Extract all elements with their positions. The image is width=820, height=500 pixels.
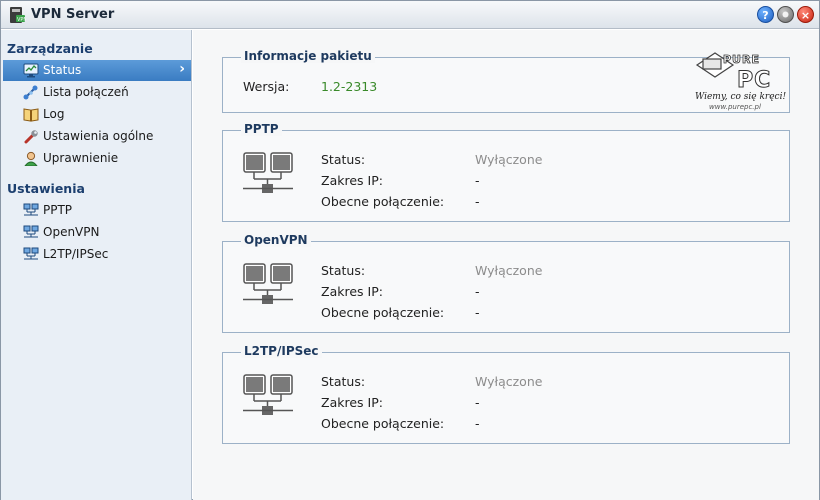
minimize-button[interactable] <box>777 6 794 23</box>
svg-text:PURE: PURE <box>723 53 760 66</box>
network-icon <box>243 263 293 304</box>
close-icon: × <box>800 9 811 22</box>
current-connection-label: Obecne połączenie: <box>321 194 445 209</box>
ip-range-label: Zakres IP: <box>321 395 383 410</box>
network-icon <box>243 152 293 193</box>
pptp-title: PPTP <box>241 122 282 136</box>
current-connection-label: Obecne połączenie: <box>321 416 445 431</box>
vpn-app-icon: VPN <box>10 7 26 23</box>
sidebar-item-l2tp-ipsec[interactable]: L2TP/IPSec <box>3 244 191 265</box>
network-icon <box>243 374 293 415</box>
ip-range-label: Zakres IP: <box>321 173 383 188</box>
openvpn-panel: OpenVPN Status: Wyłączone Zakres IP: - O… <box>222 233 790 333</box>
sidebar-item-permissions[interactable]: Uprawnienie <box>3 148 191 169</box>
main-content: Informacje pakietu Wersja: 1.2-2313 PPTP… <box>193 30 819 500</box>
current-connection-value: - <box>475 194 480 209</box>
sidebar-item-label: Uprawnienie <box>43 151 119 165</box>
chevron-right-icon: › <box>179 61 185 77</box>
user-icon <box>24 151 38 166</box>
ip-range-label: Zakres IP: <box>321 284 383 299</box>
window-title: VPN Server <box>31 7 115 22</box>
svg-text:Wiemy, co się kręci!: Wiemy, co się kręci! <box>695 92 786 102</box>
svg-text:PC: PC <box>737 68 771 93</box>
svg-text:VPN: VPN <box>17 17 26 23</box>
status-value: Wyłączone <box>475 152 543 167</box>
status-value: Wyłączone <box>475 374 543 389</box>
book-icon <box>23 108 39 122</box>
current-connection-value: - <box>475 416 480 431</box>
l2tp-ipsec-panel: L2TP/IPSec Status: Wyłączone Zakres IP: … <box>222 344 790 444</box>
purepc-watermark-logo: PURE PC Wiemy, co się kręci! www.purepc.… <box>695 52 786 111</box>
status-label: Status: <box>321 152 366 167</box>
connections-icon <box>23 85 38 100</box>
current-connection-label: Obecne połączenie: <box>321 305 445 320</box>
status-value: Wyłączone <box>475 263 543 278</box>
sidebar-item-label: Log <box>43 107 65 121</box>
sidebar-item-label: PPTP <box>43 203 73 217</box>
sidebar-item-log[interactable]: Log <box>3 104 191 125</box>
sidebar-item-label: Ustawienia ogólne <box>43 129 154 143</box>
title-bar[interactable]: VPN VPN Server ? × <box>1 1 819 29</box>
close-button[interactable]: × <box>797 6 814 23</box>
status-label: Status: <box>321 374 366 389</box>
network-icon <box>23 225 39 238</box>
sidebar-item-openvpn[interactable]: OpenVPN <box>3 222 191 243</box>
sidebar-group-title-management: Zarządzanie <box>7 41 93 56</box>
version-label: Wersja: <box>243 79 290 94</box>
sidebar-item-connection-list[interactable]: Lista połączeń <box>3 82 191 103</box>
network-icon <box>23 247 39 260</box>
sidebar: Zarządzanie Status › Lista połączeń Log … <box>1 30 192 500</box>
minimize-icon <box>782 11 789 18</box>
sidebar-item-label: OpenVPN <box>43 225 100 239</box>
network-icon <box>23 203 39 216</box>
monitor-icon <box>23 63 39 78</box>
sidebar-item-pptp[interactable]: PPTP <box>3 200 191 221</box>
wrench-icon <box>24 130 38 144</box>
current-connection-value: - <box>475 305 480 320</box>
sidebar-item-label: L2TP/IPSec <box>43 247 109 261</box>
sidebar-group-title-settings: Ustawienia <box>7 181 85 196</box>
help-icon: ? <box>762 9 769 22</box>
ip-range-value: - <box>475 284 480 299</box>
sidebar-item-label: Lista połączeń <box>43 85 129 99</box>
pptp-panel: PPTP Status: Wyłączone Zakres IP: - Obec… <box>222 122 790 222</box>
openvpn-title: OpenVPN <box>241 233 311 247</box>
svg-text:www.purepc.pl: www.purepc.pl <box>709 103 761 111</box>
package-info-title: Informacje pakietu <box>241 49 375 63</box>
sidebar-item-general-settings[interactable]: Ustawienia ogólne <box>3 126 191 147</box>
status-label: Status: <box>321 263 366 278</box>
ip-range-value: - <box>475 395 480 410</box>
version-value: 1.2-2313 <box>321 79 378 94</box>
l2tp-ipsec-title: L2TP/IPSec <box>241 344 322 358</box>
help-button[interactable]: ? <box>757 6 774 23</box>
sidebar-item-label: Status <box>43 63 82 77</box>
ip-range-value: - <box>475 173 480 188</box>
vpn-server-window: VPN VPN Server ? × Zarządzanie Status › <box>0 0 820 500</box>
sidebar-item-status[interactable]: Status › <box>3 60 191 81</box>
